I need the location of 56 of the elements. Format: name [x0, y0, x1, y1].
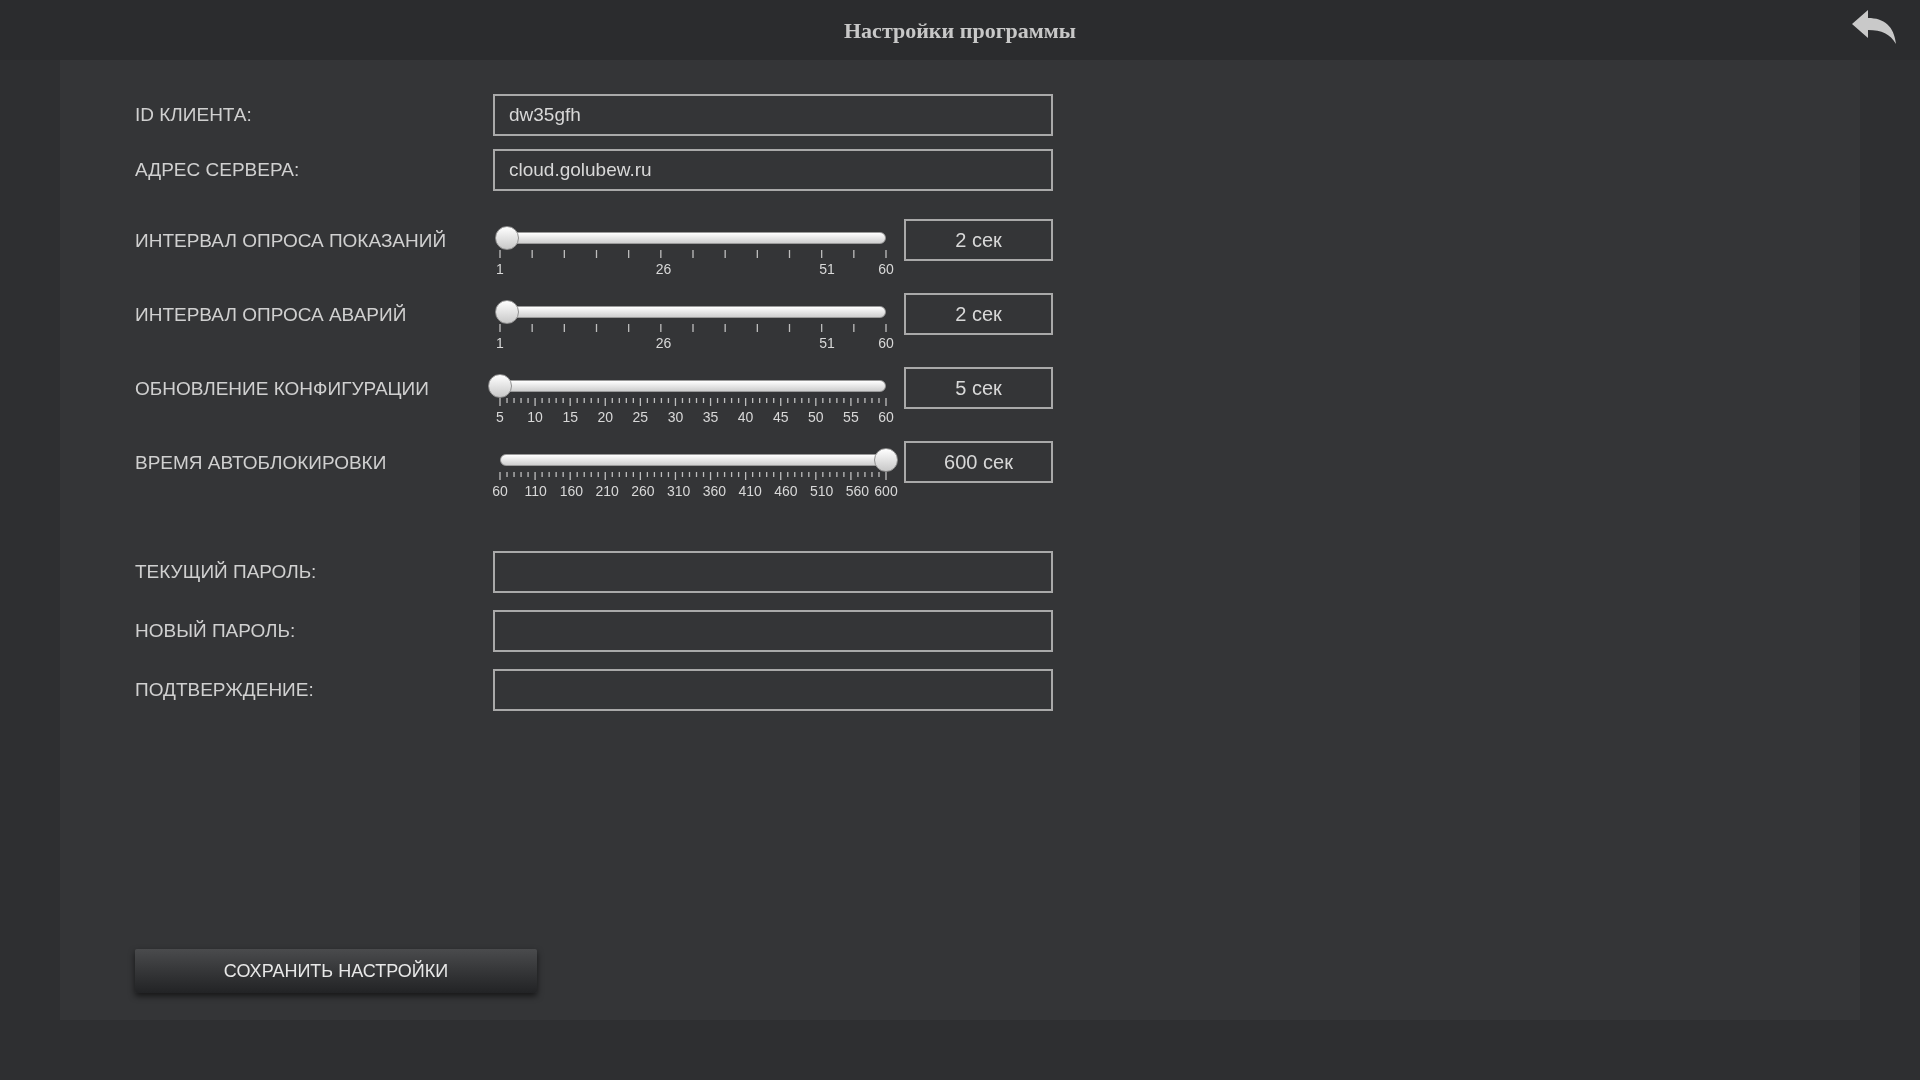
tick-label: 510	[810, 482, 834, 501]
tick-label: 110	[524, 482, 547, 501]
password-field[interactable]	[493, 610, 1053, 652]
field-label: ИНТЕРВАЛ ОПРОСА ПОКАЗАНИЙ	[135, 229, 448, 253]
tick-label: 20	[597, 408, 614, 427]
tick-label: 60	[878, 260, 894, 279]
input-field[interactable]: cloud.golubew.ru	[493, 149, 1053, 191]
tick-label: 25	[632, 408, 649, 427]
field-label: ПОДТВЕРЖДЕНИЕ:	[135, 677, 315, 702]
tick-label: 310	[667, 482, 691, 501]
tick-label: 45	[772, 408, 789, 427]
tick-label: 160	[559, 482, 584, 501]
field-label: АДРЕС СЕРВЕРА:	[135, 157, 301, 182]
tick-label: 50	[808, 408, 824, 427]
tick-label: 360	[702, 482, 727, 501]
value-field: 600 сек	[904, 441, 1053, 483]
tick-label: 410	[738, 482, 762, 501]
tick-label: 60	[492, 482, 508, 501]
slider-thumb[interactable]	[488, 374, 512, 398]
input-field[interactable]: dw35gfh	[493, 94, 1053, 136]
tick-label: 1	[496, 260, 504, 279]
tick-label: 55	[843, 408, 859, 427]
window-title: Настройки программы	[844, 16, 1076, 45]
tick-label: 51	[819, 260, 835, 279]
field-label: ОБНОВЛЕНИЕ КОНФИГУРАЦИИ	[135, 377, 430, 401]
tick-label: 260	[631, 482, 655, 501]
tick-label: 5	[496, 408, 504, 427]
save-button[interactable]: СОХРАНИТЬ НАСТРОЙКИ	[135, 949, 537, 993]
tick-label: 210	[595, 482, 619, 501]
tick-label: 15	[562, 408, 578, 427]
field-label: ИНТЕРВАЛ ОПРОСА АВАРИЙ	[135, 303, 408, 327]
value-field: 2 сек	[904, 293, 1053, 335]
tick-label: 51	[819, 334, 835, 353]
password-field[interactable]	[493, 669, 1053, 711]
tick-label: 60	[878, 334, 894, 353]
password-field[interactable]	[493, 551, 1053, 593]
tick-label: 10	[527, 408, 543, 427]
tick-label: 560	[845, 482, 870, 501]
tick-label: 30	[667, 408, 684, 427]
tick-label: 1	[496, 334, 504, 353]
value-field: 5 сек	[904, 367, 1053, 409]
field-label: ТЕКУЩИЙ ПАРОЛЬ:	[135, 559, 318, 584]
field-label: ID КЛИЕНТА:	[135, 102, 253, 127]
tick-label: 60	[878, 408, 894, 427]
field-label: НОВЫЙ ПАРОЛЬ:	[135, 618, 297, 643]
tick-label: 460	[774, 482, 798, 501]
slider-thumb[interactable]	[874, 448, 898, 472]
tick-label: 35	[702, 408, 719, 427]
tick-label: 26	[655, 334, 672, 353]
value-field: 2 сек	[904, 219, 1053, 261]
slider-thumb[interactable]	[494, 300, 519, 324]
tick-label: 26	[655, 260, 672, 279]
tick-label: 600	[874, 482, 898, 501]
tick-label: 40	[737, 408, 754, 427]
slider-thumb[interactable]	[494, 226, 519, 250]
field-label: ВРЕМЯ АВТОБЛОКИРОВКИ	[135, 451, 388, 475]
